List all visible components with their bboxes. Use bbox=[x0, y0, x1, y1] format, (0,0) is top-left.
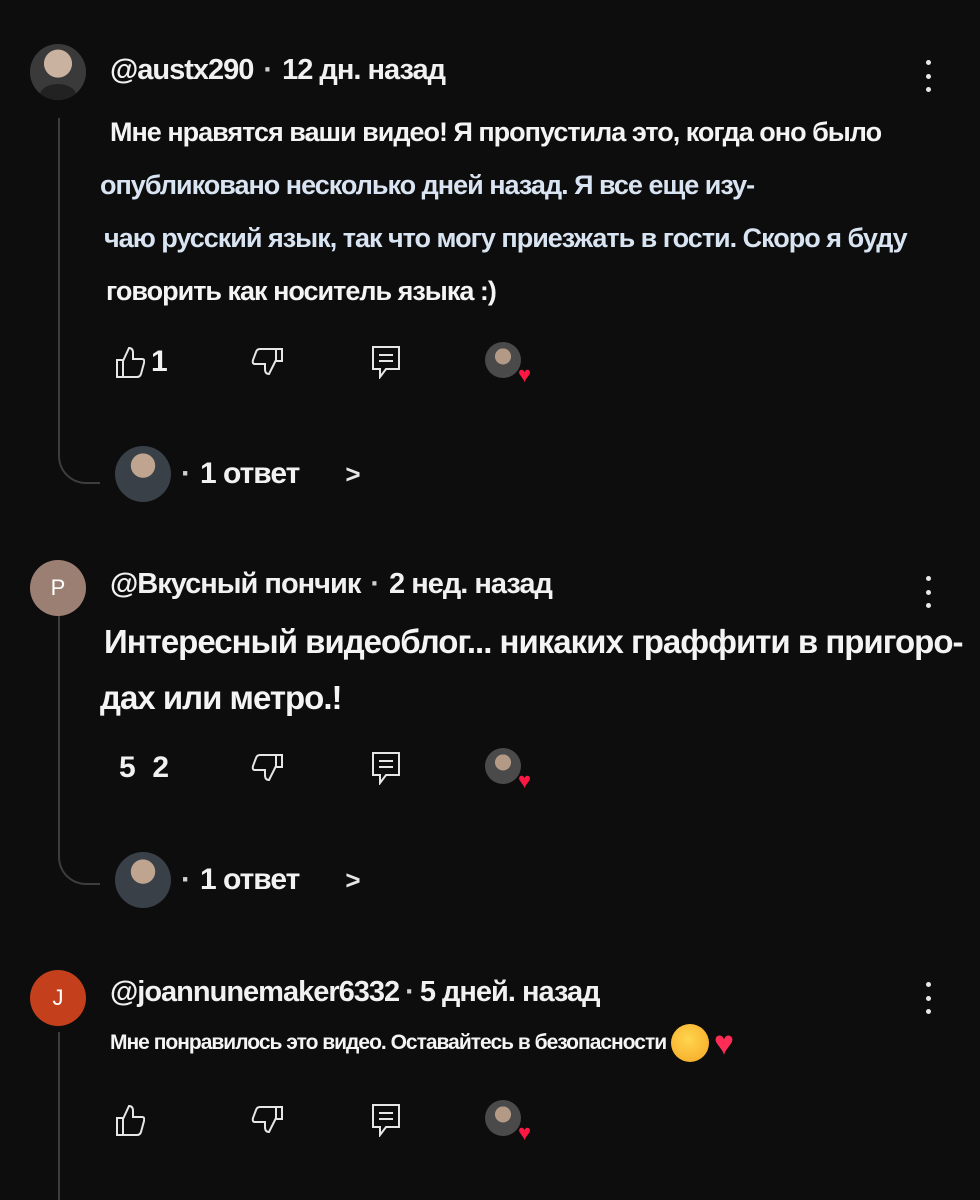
author-avatar[interactable] bbox=[30, 44, 86, 100]
separator: · bbox=[405, 976, 415, 1008]
like-button[interactable]: 5 2 bbox=[115, 746, 169, 790]
avatar-letter: J bbox=[52, 985, 64, 1010]
reply-button[interactable] bbox=[371, 340, 401, 384]
author-name[interactable]: @Вкусный пончик bbox=[110, 568, 361, 601]
heart-icon: ♥ bbox=[517, 1120, 531, 1145]
creator-heart-icon: ♥ bbox=[485, 748, 531, 792]
heart-emoji-icon: ♥ bbox=[713, 1024, 734, 1063]
chevron-right-icon: > bbox=[345, 458, 360, 489]
separator: · bbox=[181, 457, 191, 490]
like-count: 5 2 bbox=[119, 751, 170, 784]
reply-icon bbox=[372, 346, 400, 379]
author-avatar[interactable]: J bbox=[30, 970, 86, 1026]
dislike-icon bbox=[251, 348, 283, 376]
replies-button[interactable]: · 1 ответ > bbox=[115, 852, 361, 908]
avatar-letter: P bbox=[50, 575, 66, 600]
replies-count: 1 ответ bbox=[200, 863, 300, 896]
action-bar: 5 2 ♥ bbox=[115, 746, 545, 792]
creator-heart-icon: ♥ bbox=[485, 1100, 531, 1144]
separator: · bbox=[181, 863, 191, 896]
heart-icon: ♥ bbox=[517, 362, 531, 387]
reply-author-avatar bbox=[115, 446, 171, 502]
comment-line: Интересный видеоблог... никаких граффити… bbox=[104, 623, 963, 660]
comment-header: @joannunemaker6332 · 5 дней. назад bbox=[110, 976, 601, 1009]
reply-author-avatar bbox=[115, 852, 171, 908]
author-name[interactable]: @austx290 bbox=[110, 54, 254, 87]
comment-line: чаю русский язык, так что могу приезжать… bbox=[104, 223, 908, 253]
comment-line: Мне понравилось это видео. Оставайтесь в… bbox=[110, 1022, 910, 1064]
comment-line: опубликовано несколько дней назад. Я все… bbox=[100, 170, 755, 200]
timestamp: 12 дн. назад bbox=[282, 54, 446, 86]
dislike-icon bbox=[251, 1106, 283, 1134]
author-name[interactable]: @joannunemaker6332 bbox=[110, 976, 400, 1009]
thread-line bbox=[58, 1032, 100, 1200]
thread-line bbox=[58, 118, 100, 484]
like-icon bbox=[116, 346, 145, 378]
reply-icon bbox=[372, 1104, 400, 1137]
like-count: 1 bbox=[151, 345, 168, 378]
heart-icon: ♥ bbox=[517, 768, 531, 793]
replies-button[interactable]: · 1 ответ > bbox=[115, 446, 361, 502]
creator-heart-icon: ♥ bbox=[485, 342, 531, 386]
dislike-button[interactable] bbox=[250, 1098, 284, 1142]
comment-header: @Вкусный пончик · 2 нед. назад bbox=[110, 568, 553, 601]
separator: · bbox=[370, 568, 380, 600]
chevron-right-icon: > bbox=[345, 864, 360, 895]
author-avatar[interactable]: P bbox=[30, 560, 86, 616]
dislike-button[interactable] bbox=[250, 746, 284, 790]
reply-button[interactable] bbox=[371, 746, 401, 790]
more-vert-icon[interactable] bbox=[924, 60, 932, 92]
timestamp: 5 дней. назад bbox=[419, 976, 601, 1008]
thread-line bbox=[58, 615, 100, 885]
like-icon bbox=[116, 1104, 145, 1136]
like-button[interactable]: 1 bbox=[115, 340, 168, 384]
comment-line: Мне нравятся ваши видео! Я пропустила эт… bbox=[110, 117, 882, 147]
action-bar: ♥ bbox=[115, 1098, 545, 1144]
comment-line: дах или метро.! bbox=[100, 679, 343, 716]
more-vert-icon[interactable] bbox=[924, 576, 932, 608]
separator: · bbox=[263, 54, 273, 86]
dislike-icon bbox=[251, 754, 283, 782]
replies-count: 1 ответ bbox=[200, 457, 300, 490]
more-vert-icon[interactable] bbox=[924, 982, 932, 1014]
action-bar: 1 ♥ bbox=[115, 340, 545, 386]
reply-icon bbox=[372, 752, 400, 785]
comment-text: Мне понравилось это видео. Оставайтесь в… bbox=[110, 1022, 910, 1064]
timestamp: 2 нед. назад bbox=[389, 568, 553, 600]
comment-text: Интересный видеоблог... никаких граффити… bbox=[100, 614, 963, 726]
comment-line: говорить как носитель языка :) bbox=[106, 276, 497, 306]
comment-text: Мне нравятся ваши видео! Я пропустила эт… bbox=[100, 106, 908, 318]
comment-line-text: Мне понравилось это видео. Оставайтесь в… bbox=[110, 1031, 667, 1054]
like-button[interactable] bbox=[115, 1098, 145, 1142]
dislike-button[interactable] bbox=[250, 340, 284, 384]
wink-emoji-icon bbox=[671, 1024, 710, 1063]
reply-button[interactable] bbox=[371, 1098, 401, 1142]
comment-header: @austx290 · 12 дн. назад bbox=[110, 54, 446, 87]
